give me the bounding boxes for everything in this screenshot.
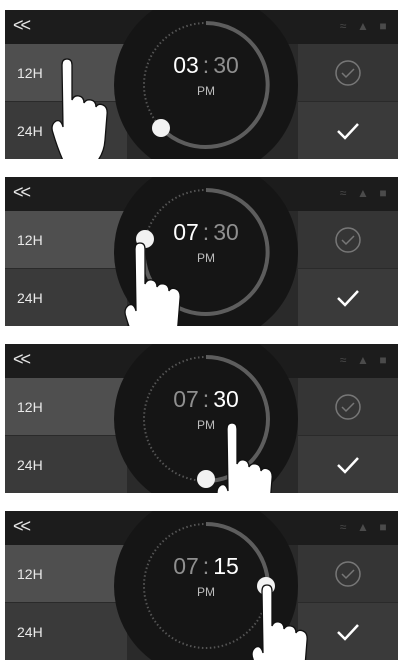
hand-pointer-icon [124, 242, 181, 326]
dial-handle[interactable] [152, 119, 170, 137]
time-display: 07:30 [173, 386, 239, 412]
timer-panel-1: << ≈ ▲ ■ 12H 24H 03:30 PM [5, 10, 398, 159]
hour-value[interactable]: 07 [173, 553, 199, 579]
hour-value[interactable]: 07 [173, 386, 199, 412]
timer-panel-4: << ≈ ▲ ■ 12H 24H 07:15 PM [5, 511, 398, 660]
confirm-button[interactable] [298, 102, 398, 159]
confirm-button[interactable] [298, 269, 398, 326]
back-button[interactable]: << [13, 349, 31, 370]
hand-pointer-icon [251, 584, 308, 660]
time-display: 03:30 [173, 52, 239, 78]
back-button[interactable]: << [13, 15, 31, 36]
steam-icon: ≈ [339, 186, 347, 200]
check-circle-icon [335, 59, 361, 86]
mode-12h-button[interactable]: 12H [5, 211, 127, 268]
hand-pointer-icon [216, 422, 273, 493]
hand-pointer-icon [51, 58, 108, 159]
steam-icon: ≈ [339, 353, 347, 367]
thermometer-icon: ▲ [357, 353, 369, 367]
confirm-button[interactable] [298, 436, 398, 493]
steam-icon: ≈ [339, 19, 347, 33]
minute-value[interactable]: 30 [213, 386, 239, 412]
mode-12h-button[interactable]: 12H [5, 378, 127, 435]
thermometer-icon: ▲ [357, 19, 369, 33]
confirm-outline-button[interactable] [298, 44, 398, 101]
dial-handle[interactable] [197, 470, 215, 488]
time-dial[interactable]: 03:30 PM [113, 10, 299, 159]
mode-24h-button[interactable]: 24H [5, 436, 127, 493]
mode-12h-button[interactable]: 12H [5, 545, 127, 602]
back-button[interactable]: << [13, 182, 31, 203]
minute-value[interactable]: 30 [213, 52, 239, 78]
check-icon [337, 623, 359, 641]
timer-panel-2: << ≈ ▲ ■ 12H 24H 07:30 PM [5, 177, 398, 326]
status-icons: ≈ ▲ ■ [336, 520, 390, 534]
timer-panel-3: << ≈ ▲ ■ 12H 24H 07:30 PM [5, 344, 398, 493]
door-icon: ■ [379, 186, 387, 200]
door-icon: ■ [379, 353, 387, 367]
door-icon: ■ [379, 19, 387, 33]
check-circle-icon [335, 226, 361, 253]
check-circle-icon [335, 560, 361, 587]
status-icons: ≈ ▲ ■ [336, 186, 390, 200]
door-icon: ■ [379, 520, 387, 534]
confirm-outline-button[interactable] [298, 378, 398, 435]
time-display: 07:15 [173, 553, 239, 579]
ampm-label: PM [197, 84, 215, 98]
check-circle-icon [335, 393, 361, 420]
status-icons: ≈ ▲ ■ [336, 353, 390, 367]
check-icon [337, 456, 359, 474]
minute-value[interactable]: 15 [213, 553, 239, 579]
thermometer-icon: ▲ [357, 520, 369, 534]
steam-icon: ≈ [339, 520, 347, 534]
check-icon [337, 289, 359, 307]
minute-value[interactable]: 30 [213, 219, 239, 245]
mode-24h-button[interactable]: 24H [5, 603, 127, 660]
back-button[interactable]: << [13, 516, 31, 537]
mode-24h-button[interactable]: 24H [5, 269, 127, 326]
hour-value[interactable]: 03 [173, 52, 199, 78]
thermometer-icon: ▲ [357, 186, 369, 200]
check-icon [337, 122, 359, 140]
status-icons: ≈ ▲ ■ [336, 19, 390, 33]
confirm-outline-button[interactable] [298, 211, 398, 268]
